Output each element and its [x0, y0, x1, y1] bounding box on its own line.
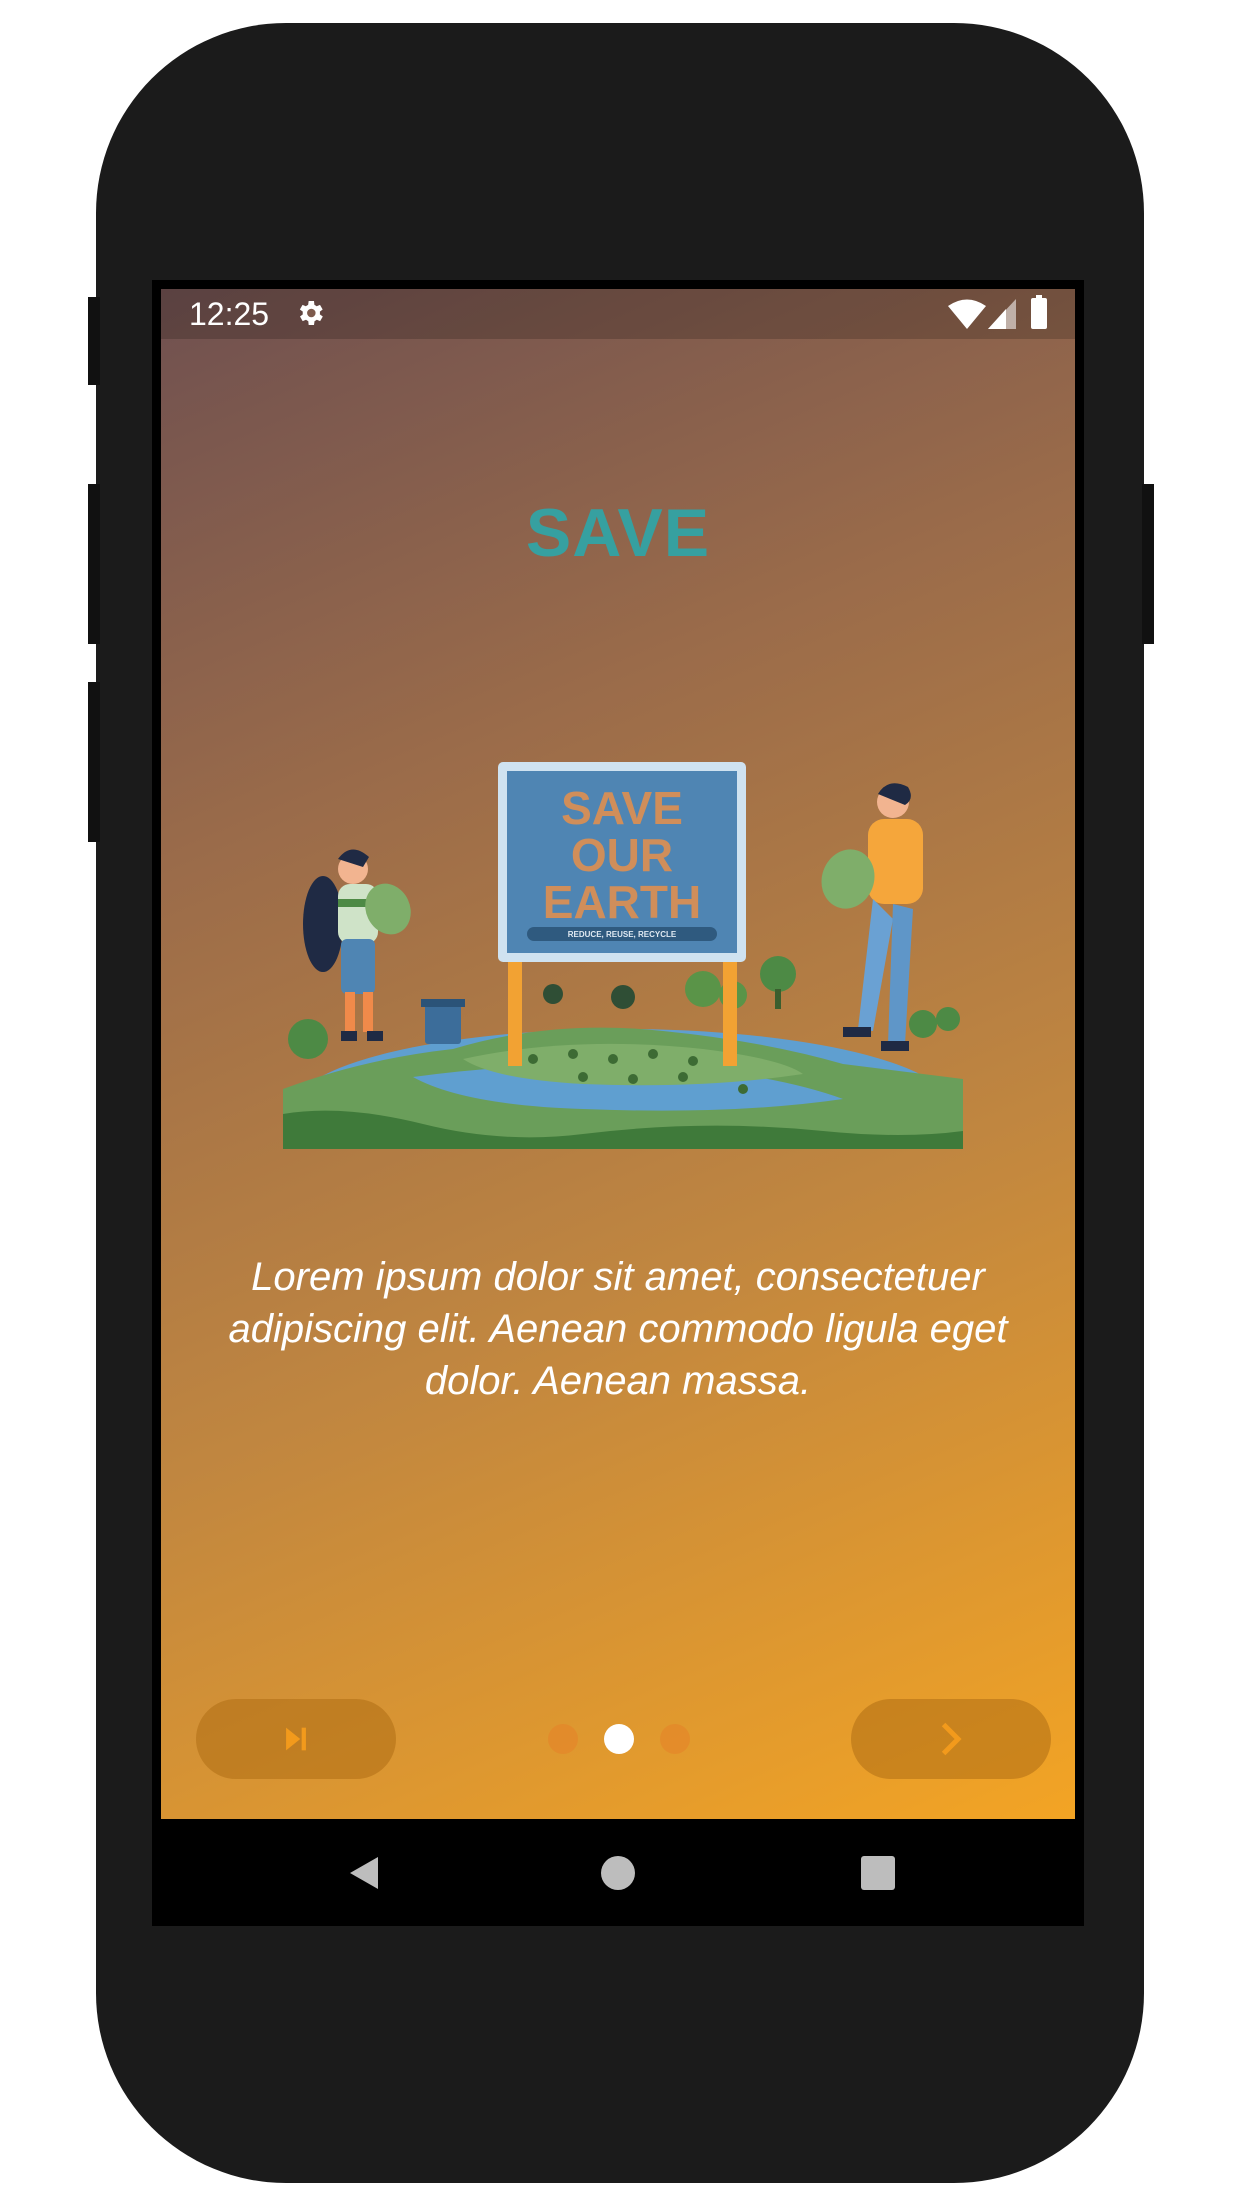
- back-icon[interactable]: [344, 1853, 384, 1893]
- status-time: 12:25: [189, 296, 270, 332]
- recent-apps-icon[interactable]: [861, 1856, 895, 1890]
- wifi-icon: [948, 299, 986, 329]
- status-bar: 12:25: [161, 289, 1075, 339]
- volume-down-button: [88, 682, 100, 842]
- person-right: [821, 783, 923, 1051]
- power-button: [1142, 484, 1154, 644]
- sign-line-3: EARTH: [543, 876, 701, 928]
- next-button[interactable]: [851, 1699, 1051, 1779]
- sign-line-2: OUR: [571, 829, 673, 881]
- phone-side-button: [88, 297, 100, 385]
- gear-icon: [299, 301, 323, 325]
- volume-up-button: [88, 484, 100, 644]
- page-dot[interactable]: [660, 1724, 690, 1754]
- skip-next-icon: [286, 1727, 306, 1751]
- person-left: [303, 849, 411, 1041]
- navigation-bar: [152, 1819, 1084, 1926]
- sign-line-1: SAVE: [561, 782, 683, 834]
- page-dot[interactable]: [548, 1724, 578, 1754]
- page-indicator: [548, 1724, 690, 1754]
- page-dot-active[interactable]: [604, 1724, 634, 1754]
- signal-icon: [988, 299, 1016, 329]
- battery-icon: [1031, 295, 1047, 329]
- home-icon[interactable]: [601, 1856, 635, 1890]
- chevron-right-icon: [941, 1722, 962, 1756]
- sign-banner: REDUCE, REUSE, RECYCLE: [568, 930, 677, 939]
- page-title: SAVE: [525, 495, 711, 571]
- skip-button[interactable]: [196, 1699, 396, 1779]
- onboarding-description: Lorem ipsum dolor sit amet, consectetuer…: [228, 1255, 1008, 1403]
- onboarding-screen: 12:25 SAVE SAVE OUR EARTH REDUCE, REUSE,…: [161, 289, 1075, 1819]
- save-our-earth-illustration: SAVE OUR EARTH REDUCE, REUSE, RECYCLE: [283, 762, 963, 1149]
